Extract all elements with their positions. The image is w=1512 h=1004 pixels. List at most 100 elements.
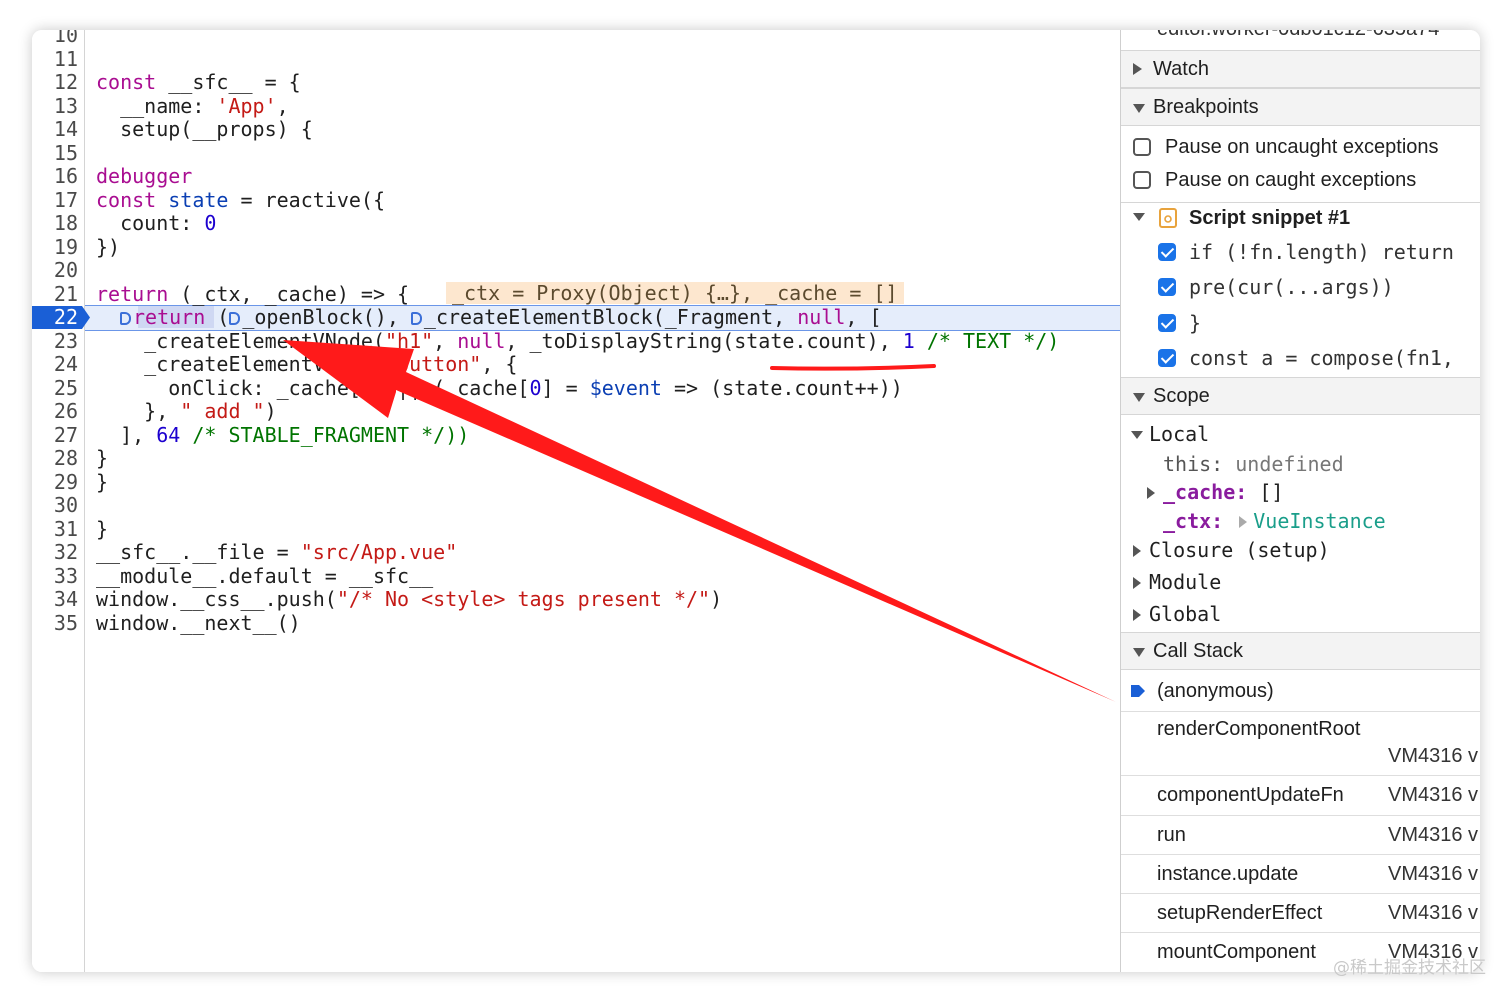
breakpoint-checkbox[interactable]	[1158, 278, 1176, 296]
expand-triangle-icon[interactable]	[1239, 516, 1248, 528]
call-frame[interactable]: instance.update VM4316 v	[1121, 855, 1480, 894]
call-frame[interactable]: setupRenderEffect VM4316 v	[1121, 894, 1480, 933]
line-number[interactable]: 13	[32, 94, 78, 119]
watch-section-header[interactable]: Watch	[1121, 50, 1480, 88]
keyword: null	[797, 305, 846, 329]
breakpoint-checkbox[interactable]	[1158, 243, 1176, 261]
code-text: }	[96, 446, 109, 470]
line-number[interactable]: 35	[32, 611, 78, 636]
call-frame[interactable]: renderComponentRoot VM4316 v	[1121, 712, 1480, 776]
snippet-name[interactable]: Script snippet #1	[1189, 207, 1350, 230]
current-frame-arrow-icon	[1131, 685, 1145, 697]
code-text: ],	[96, 422, 157, 447]
code-line-29: }	[96, 470, 108, 495]
line-number[interactable]: 27	[32, 423, 78, 448]
line-number[interactable]: 25	[32, 376, 78, 401]
pause-caught-checkbox[interactable]	[1133, 171, 1151, 189]
thread-label[interactable]: editor.worker-0db01c12-635a74	[1157, 30, 1439, 41]
breakpoint-code[interactable]: }	[1189, 311, 1201, 335]
expand-triangle-icon[interactable]	[1147, 487, 1155, 499]
comment: /* STABLE_FRAGMENT */))	[180, 422, 470, 447]
scope-section-header[interactable]: Scope	[1121, 377, 1480, 415]
source-editor[interactable]: 10 11 12 13 14 15 16 17 18 19 20 21 22 2…	[32, 30, 1120, 972]
scope-module[interactable]: Module	[1149, 570, 1221, 594]
var-key: this:	[1163, 452, 1224, 476]
inline-breakpoint-icon[interactable]	[410, 312, 422, 325]
call-frame[interactable]: run VM4316 v	[1121, 816, 1480, 855]
scope-var-ctx[interactable]: _ctx: VueInstance	[1163, 509, 1386, 533]
inline-variable-values: _ctx = Proxy(Object) {…}, _cache = []	[446, 281, 904, 305]
inline-breakpoint-icon[interactable]	[229, 312, 241, 325]
code-text: ] =	[541, 375, 590, 400]
breakpoint-code[interactable]: pre(cur(...args))	[1189, 275, 1394, 299]
line-number[interactable]: 23	[32, 329, 78, 354]
frame-location: VM4316 v	[1388, 824, 1479, 846]
line-number[interactable]: 14	[32, 117, 78, 142]
line-number[interactable]: 30	[32, 493, 78, 518]
scope-var-this[interactable]: this: undefined	[1163, 452, 1344, 476]
call-frame[interactable]: componentUpdateFn VM4316 v	[1121, 776, 1480, 816]
debugger-sidebar: editor.worker-0db01c12-635a74 Watch Brea…	[1120, 30, 1480, 972]
line-number[interactable]: 32	[32, 540, 78, 565]
frame-location: VM4316 v	[1388, 784, 1479, 806]
number-literal: 0	[529, 375, 542, 400]
code-text: ,	[433, 328, 458, 353]
line-number[interactable]: 10	[32, 30, 78, 48]
expand-triangle-icon[interactable]	[1133, 545, 1141, 557]
expand-triangle-icon[interactable]	[1133, 577, 1141, 589]
breakpoint-code[interactable]: if (!fn.length) return	[1189, 240, 1454, 264]
variable-name: state	[156, 187, 229, 212]
call-frame-current[interactable]: (anonymous)	[1121, 671, 1480, 712]
number-literal: 0	[204, 211, 217, 235]
collapse-triangle-icon[interactable]	[1133, 213, 1145, 221]
scope-closure[interactable]: Closure (setup)	[1149, 538, 1330, 562]
frame-function: run	[1157, 824, 1186, 846]
pause-caught-label[interactable]: Pause on caught exceptions	[1165, 169, 1416, 192]
code-line-14: setup(__props) {	[96, 117, 313, 142]
code-text: window.__next__()	[96, 610, 301, 635]
divider	[1121, 202, 1480, 203]
line-number[interactable]: 16	[32, 164, 78, 189]
line-number[interactable]: 12	[32, 70, 78, 95]
line-number[interactable]: 29	[32, 470, 78, 495]
breakpoints-section-header[interactable]: Breakpoints	[1121, 88, 1480, 126]
line-number[interactable]: 11	[32, 47, 78, 72]
scope-var-cache[interactable]: _cache: []	[1163, 480, 1283, 504]
keyword: return	[96, 281, 169, 306]
line-number-current[interactable]: 22	[32, 305, 78, 330]
code-text: window.__css__.push(	[96, 587, 337, 611]
frame-function: setupRenderEffect	[1157, 902, 1323, 924]
line-number[interactable]: 17	[32, 188, 78, 213]
code-line-32: __sfc__.__file = "src/App.vue"	[96, 540, 457, 565]
line-number[interactable]: 31	[32, 517, 78, 542]
line-number[interactable]: 28	[32, 446, 78, 471]
keyword: const	[96, 70, 157, 94]
frame-function: mountComponent	[1157, 941, 1316, 963]
expand-triangle-icon[interactable]	[1133, 609, 1141, 621]
code-text: __module__.default = __sfc__	[96, 563, 434, 588]
line-number[interactable]: 15	[32, 141, 78, 166]
line-number[interactable]: 26	[32, 399, 78, 424]
keyword: debugger	[96, 164, 193, 188]
code-line-23: _createElementVNode("h1", null, _toDispl…	[96, 328, 1060, 354]
line-number[interactable]: 18	[32, 211, 78, 236]
scope-global[interactable]: Global	[1149, 602, 1221, 626]
call-stack-section-header[interactable]: Call Stack	[1121, 632, 1480, 670]
breakpoint-code[interactable]: const a = compose(fn1,	[1189, 346, 1454, 370]
code-text: ,	[276, 93, 289, 118]
scope-local[interactable]: Local	[1149, 422, 1209, 446]
line-number[interactable]: 33	[32, 564, 78, 589]
pause-uncaught-label[interactable]: Pause on uncaught exceptions	[1165, 136, 1439, 159]
inline-breakpoint-icon[interactable]	[120, 312, 131, 325]
pause-uncaught-checkbox[interactable]	[1133, 138, 1151, 156]
breakpoint-checkbox[interactable]	[1158, 349, 1176, 367]
line-number[interactable]: 20	[32, 258, 78, 283]
line-number[interactable]: 19	[32, 235, 78, 260]
section-title: Watch	[1153, 58, 1209, 80]
breakpoint-checkbox[interactable]	[1158, 314, 1176, 332]
line-number[interactable]: 24	[32, 352, 78, 377]
line-number[interactable]: 34	[32, 587, 78, 612]
line-number[interactable]: 21	[32, 282, 78, 307]
collapse-triangle-icon[interactable]	[1131, 431, 1143, 439]
comment: /* TEXT */)	[914, 328, 1060, 353]
